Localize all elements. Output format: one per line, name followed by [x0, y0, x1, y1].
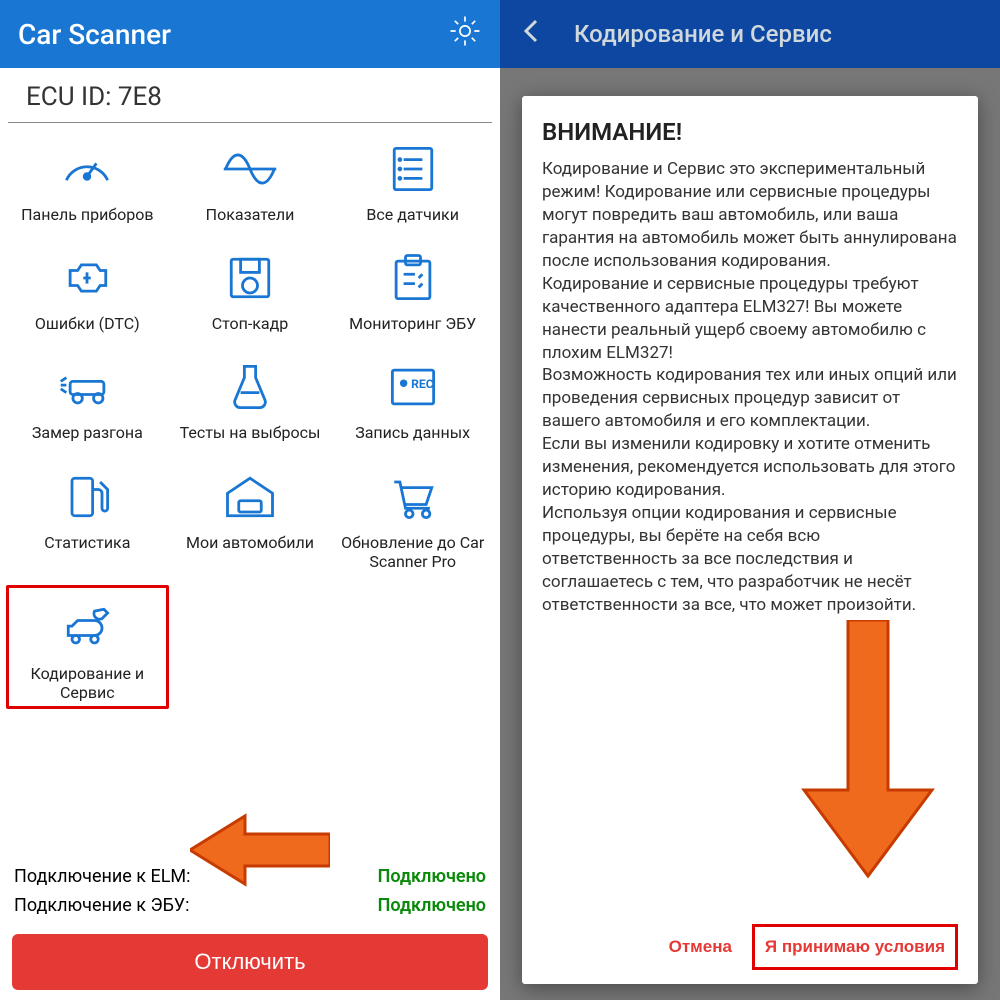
ecu-id: ECU ID: 7E8	[8, 68, 492, 123]
floppy-icon	[220, 246, 280, 310]
app-title: Car Scanner	[18, 18, 171, 51]
tile-label: Показатели	[206, 205, 295, 224]
dialog-actions: Отмена Я принимаю условия	[542, 918, 958, 970]
back-icon[interactable]	[518, 17, 546, 51]
gauge-icon	[57, 137, 117, 201]
tile-label: Тесты на выбросы	[180, 423, 321, 442]
tile-garage[interactable]: Мои автомобили	[169, 457, 332, 575]
tile-stats[interactable]: Статистика	[6, 457, 169, 575]
status-elm-value: Подключено	[378, 866, 486, 887]
cancel-button[interactable]: Отмена	[657, 924, 744, 970]
right-header: Кодирование и Сервис	[500, 0, 1000, 68]
tile-upgrade[interactable]: Обновление до Car Scanner Pro	[331, 457, 494, 575]
tile-label: Стоп-кадр	[212, 314, 289, 333]
status-elm: Подключение к ELM: Подключено	[14, 862, 486, 891]
tile-label: Ошибки (DTC)	[35, 314, 140, 333]
tile-sensors[interactable]: Все датчики	[331, 129, 494, 228]
tile-label: Кодирование и Сервис	[13, 664, 162, 702]
right-header-title: Кодирование и Сервис	[574, 20, 832, 48]
tile-label: Запись данных	[355, 423, 470, 442]
right-screen: Кодирование и Сервис ВНИМАНИЕ! Кодирован…	[500, 0, 1000, 1000]
tile-rec[interactable]: REC Запись данных	[331, 347, 494, 446]
app-header: Car Scanner	[0, 0, 500, 68]
tile-label: Замер разгона	[32, 423, 143, 442]
tile-indicators[interactable]: Показатели	[169, 129, 332, 228]
car-wrench-icon	[57, 596, 117, 660]
record-icon: REC	[383, 355, 443, 419]
dialog-title: ВНИМАНИЕ!	[542, 118, 958, 146]
menu-grid: Панель приборов Показатели Все датчики О…	[0, 123, 500, 709]
car-accel-icon	[57, 355, 117, 419]
status-block: Подключение к ELM: Подключено Подключени…	[0, 862, 500, 920]
tile-label: Мои автомобили	[186, 533, 314, 552]
status-elm-label: Подключение к ELM:	[14, 866, 190, 887]
tile-ecumon[interactable]: Мониторинг ЭБУ	[331, 238, 494, 337]
tile-dtc[interactable]: Ошибки (DTC)	[6, 238, 169, 337]
list-icon	[383, 137, 443, 201]
engine-icon	[57, 246, 117, 310]
tile-label: Панель приборов	[21, 205, 153, 224]
fuel-icon	[57, 465, 117, 529]
tile-label: Мониторинг ЭБУ	[349, 314, 476, 333]
disconnect-button[interactable]: Отключить	[12, 934, 488, 990]
clipboard-icon	[383, 246, 443, 310]
tile-dashboard[interactable]: Панель приборов	[6, 129, 169, 228]
tile-freeze[interactable]: Стоп-кадр	[169, 238, 332, 337]
tile-accel[interactable]: Замер разгона	[6, 347, 169, 446]
left-screen: Car Scanner ECU ID: 7E8 Панель приборов …	[0, 0, 500, 1000]
garage-icon	[220, 465, 280, 529]
flask-icon	[220, 355, 280, 419]
tile-emission[interactable]: Тесты на выбросы	[169, 347, 332, 446]
svg-text:REC: REC	[411, 377, 434, 391]
accept-button[interactable]: Я принимаю условия	[752, 924, 958, 970]
status-ecu-value: Подключено	[378, 895, 486, 916]
status-ecu-label: Подключение к ЭБУ:	[14, 895, 189, 916]
status-ecu: Подключение к ЭБУ: Подключено	[14, 891, 486, 920]
tile-coding[interactable]: Кодирование и Сервис	[6, 585, 169, 709]
tile-label: Все датчики	[366, 205, 459, 224]
tile-label: Статистика	[44, 533, 130, 552]
cart-icon	[383, 465, 443, 529]
gear-icon[interactable]	[448, 14, 482, 55]
wave-icon	[220, 137, 280, 201]
annotation-arrow-down	[798, 620, 938, 880]
tile-label: Обновление до Car Scanner Pro	[335, 533, 490, 571]
